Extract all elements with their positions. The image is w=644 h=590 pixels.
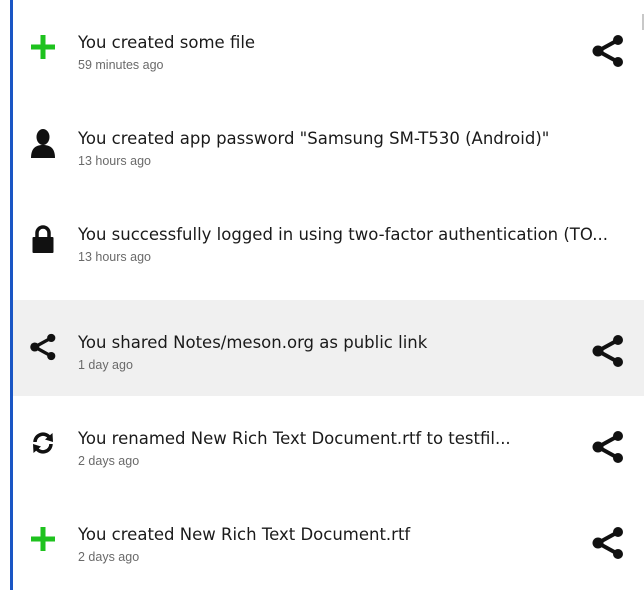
plus-icon xyxy=(29,521,57,557)
activity-item[interactable]: You shared Notes/meson.org as public lin… xyxy=(13,300,644,396)
activity-time: 13 hours ago xyxy=(78,250,151,264)
share-icon xyxy=(29,329,57,365)
activity-text: You created some file 59 minutes ago xyxy=(78,32,638,74)
activity-title: You created app password "Samsung SM-T53… xyxy=(78,129,550,148)
activity-item[interactable]: You created some file 59 minutes ago xyxy=(13,0,644,96)
share-icon[interactable] xyxy=(589,525,627,561)
activity-time: 2 days ago xyxy=(78,454,140,468)
plus-icon xyxy=(29,29,57,65)
activity-title: You created New Rich Text Document.rtf xyxy=(78,525,411,544)
activity-item[interactable]: You created app password "Samsung SM-T53… xyxy=(13,96,644,192)
share-icon[interactable] xyxy=(589,429,627,465)
activity-item[interactable]: You successfully logged in using two-fac… xyxy=(13,192,644,288)
activity-time: 59 minutes ago xyxy=(78,58,164,72)
share-icon[interactable] xyxy=(589,333,627,369)
activity-title: You successfully logged in using two-fac… xyxy=(78,225,608,244)
activity-panel: You created some file 59 minutes ago You… xyxy=(0,0,644,590)
share-icon[interactable] xyxy=(589,33,627,69)
activity-time: 2 days ago xyxy=(78,550,140,564)
activity-text: You renamed New Rich Text Document.rtf t… xyxy=(78,428,638,470)
activity-title: You created some file xyxy=(78,33,256,52)
activity-text: You created app password "Samsung SM-T53… xyxy=(78,128,638,170)
activity-time: 1 day ago xyxy=(78,358,133,372)
rename-icon xyxy=(29,425,57,461)
activity-time: 13 hours ago xyxy=(78,154,151,168)
activity-title: You shared Notes/meson.org as public lin… xyxy=(78,333,428,352)
activity-text: You shared Notes/meson.org as public lin… xyxy=(78,332,638,374)
activity-item[interactable]: You created New Rich Text Document.rtf 2… xyxy=(13,492,644,588)
user-icon xyxy=(29,125,57,161)
lock-icon xyxy=(29,221,57,257)
activity-title: You renamed New Rich Text Document.rtf t… xyxy=(78,429,511,448)
activity-text: You successfully logged in using two-fac… xyxy=(78,224,638,266)
activity-item[interactable]: You renamed New Rich Text Document.rtf t… xyxy=(13,396,644,492)
activity-text: You created New Rich Text Document.rtf 2… xyxy=(78,524,638,566)
